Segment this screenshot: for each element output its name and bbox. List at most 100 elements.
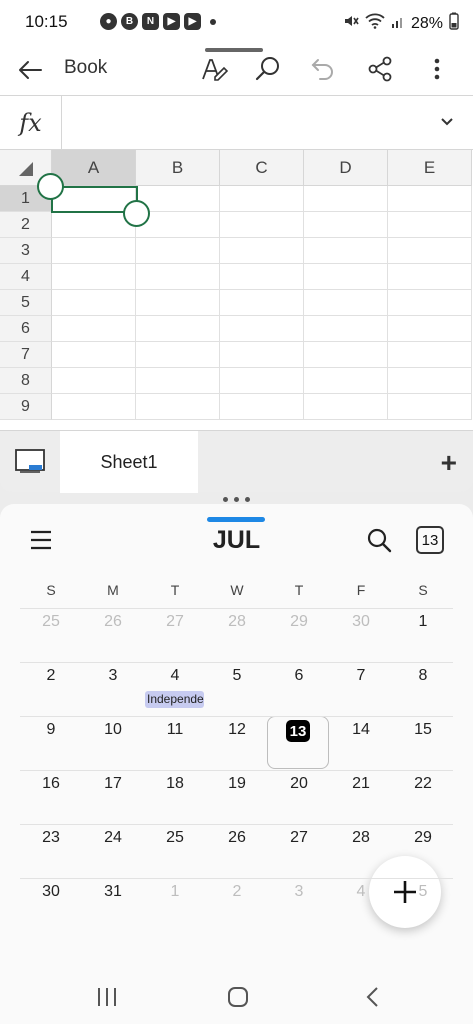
selection-handle-start[interactable] <box>37 173 64 200</box>
calendar-day[interactable]: 23 <box>31 829 71 847</box>
tab-sheet1[interactable]: Sheet1 <box>60 431 198 493</box>
cell-b4[interactable] <box>136 264 220 290</box>
calendar-day[interactable]: 8 <box>403 667 443 685</box>
calendar-day[interactable]: 24 <box>93 829 133 847</box>
cell-a6[interactable] <box>52 316 136 342</box>
event-chip[interactable]: Independence Day <box>145 691 204 708</box>
cell-b5[interactable] <box>136 290 220 316</box>
cell-d1[interactable] <box>304 186 388 212</box>
cell-a9[interactable] <box>52 394 136 420</box>
calendar-day[interactable]: 18 <box>155 775 195 793</box>
column-header-c[interactable]: C <box>220 150 304 186</box>
cell-d2[interactable] <box>304 212 388 238</box>
cell-d3[interactable] <box>304 238 388 264</box>
calendar-day[interactable]: 6 <box>279 667 319 685</box>
cell-a7[interactable] <box>52 342 136 368</box>
add-sheet-button[interactable]: + <box>441 447 457 479</box>
cell-e3[interactable] <box>388 238 472 264</box>
today-button[interactable]: 13 <box>416 526 444 554</box>
cell-c7[interactable] <box>220 342 304 368</box>
search-icon[interactable] <box>365 526 393 559</box>
row-header-9[interactable]: 9 <box>0 394 52 420</box>
cell-a8[interactable] <box>52 368 136 394</box>
recent-apps-icon[interactable] <box>92 982 122 1012</box>
cell-b6[interactable] <box>136 316 220 342</box>
calendar-day[interactable]: 22 <box>403 775 443 793</box>
calendar-day[interactable]: 26 <box>217 829 257 847</box>
calendar-day[interactable]: 20 <box>279 775 319 793</box>
column-header-a[interactable]: A <box>52 150 136 186</box>
cell-b3[interactable] <box>136 238 220 264</box>
calendar-day[interactable]: 28 <box>341 829 381 847</box>
cell-a5[interactable] <box>52 290 136 316</box>
cell-c5[interactable] <box>220 290 304 316</box>
calendar-day[interactable]: 1 <box>155 883 195 901</box>
column-header-e[interactable]: E <box>388 150 472 186</box>
row-header-5[interactable]: 5 <box>0 290 52 316</box>
home-icon[interactable] <box>223 982 253 1012</box>
cell-a3[interactable] <box>52 238 136 264</box>
cell-d4[interactable] <box>304 264 388 290</box>
cell-c4[interactable] <box>220 264 304 290</box>
calendar-day[interactable]: 19 <box>217 775 257 793</box>
cell-c6[interactable] <box>220 316 304 342</box>
cell-b7[interactable] <box>136 342 220 368</box>
calendar-day[interactable]: 5 <box>403 883 443 901</box>
calendar-day[interactable]: 30 <box>31 883 71 901</box>
cell-b8[interactable] <box>136 368 220 394</box>
calendar-day[interactable]: 31 <box>93 883 133 901</box>
cell-e5[interactable] <box>388 290 472 316</box>
calendar-day[interactable]: 3 <box>93 667 133 685</box>
calendar-drag-handle[interactable] <box>207 517 265 522</box>
back-icon[interactable] <box>358 982 388 1012</box>
cell-c3[interactable] <box>220 238 304 264</box>
more-options-icon[interactable] <box>421 53 453 85</box>
row-header-3[interactable]: 3 <box>0 238 52 264</box>
calendar-day[interactable]: 5 <box>217 667 257 685</box>
workbook-title[interactable]: Book <box>64 57 107 79</box>
calendar-day[interactable]: 17 <box>93 775 133 793</box>
today-date[interactable]: 13 <box>286 720 310 742</box>
calendar-day[interactable]: 16 <box>31 775 71 793</box>
cell-e1[interactable] <box>388 186 472 212</box>
calendar-day[interactable]: 11 <box>155 721 195 739</box>
split-screen-divider[interactable] <box>0 494 473 504</box>
calendar-day[interactable]: 12 <box>217 721 257 739</box>
calendar-day[interactable]: 7 <box>341 667 381 685</box>
row-header-7[interactable]: 7 <box>0 342 52 368</box>
cell-e8[interactable] <box>388 368 472 394</box>
cell-c8[interactable] <box>220 368 304 394</box>
cell-e7[interactable] <box>388 342 472 368</box>
column-header-b[interactable]: B <box>136 150 220 186</box>
cell-c2[interactable] <box>220 212 304 238</box>
cell-d8[interactable] <box>304 368 388 394</box>
calendar-day[interactable]: 14 <box>341 721 381 739</box>
calendar-day[interactable]: 30 <box>341 613 381 631</box>
column-header-d[interactable]: D <box>304 150 388 186</box>
calendar-day[interactable]: 29 <box>403 829 443 847</box>
calendar-day[interactable]: 25 <box>155 829 195 847</box>
calendar-day[interactable]: 4 <box>155 667 195 685</box>
cell-e6[interactable] <box>388 316 472 342</box>
cell-e4[interactable] <box>388 264 472 290</box>
calendar-day[interactable]: 25 <box>31 613 71 631</box>
cell-d7[interactable] <box>304 342 388 368</box>
draw-icon[interactable] <box>198 53 230 85</box>
row-header-6[interactable]: 6 <box>0 316 52 342</box>
cell-d5[interactable] <box>304 290 388 316</box>
chevron-down-icon[interactable] <box>439 113 455 134</box>
calendar-day[interactable]: 27 <box>155 613 195 631</box>
formula-input[interactable] <box>70 111 410 135</box>
row-header-2[interactable]: 2 <box>0 212 52 238</box>
cell-d6[interactable] <box>304 316 388 342</box>
undo-icon[interactable] <box>307 53 339 85</box>
cell-c1[interactable] <box>220 186 304 212</box>
calendar-day[interactable]: 27 <box>279 829 319 847</box>
cell-e9[interactable] <box>388 394 472 420</box>
cell-b9[interactable] <box>136 394 220 420</box>
calendar-day[interactable]: 28 <box>217 613 257 631</box>
fx-label[interactable]: fx <box>0 96 62 150</box>
calendar-day[interactable]: 15 <box>403 721 443 739</box>
calendar-day[interactable]: 2 <box>31 667 71 685</box>
calendar-day[interactable]: 2 <box>217 883 257 901</box>
